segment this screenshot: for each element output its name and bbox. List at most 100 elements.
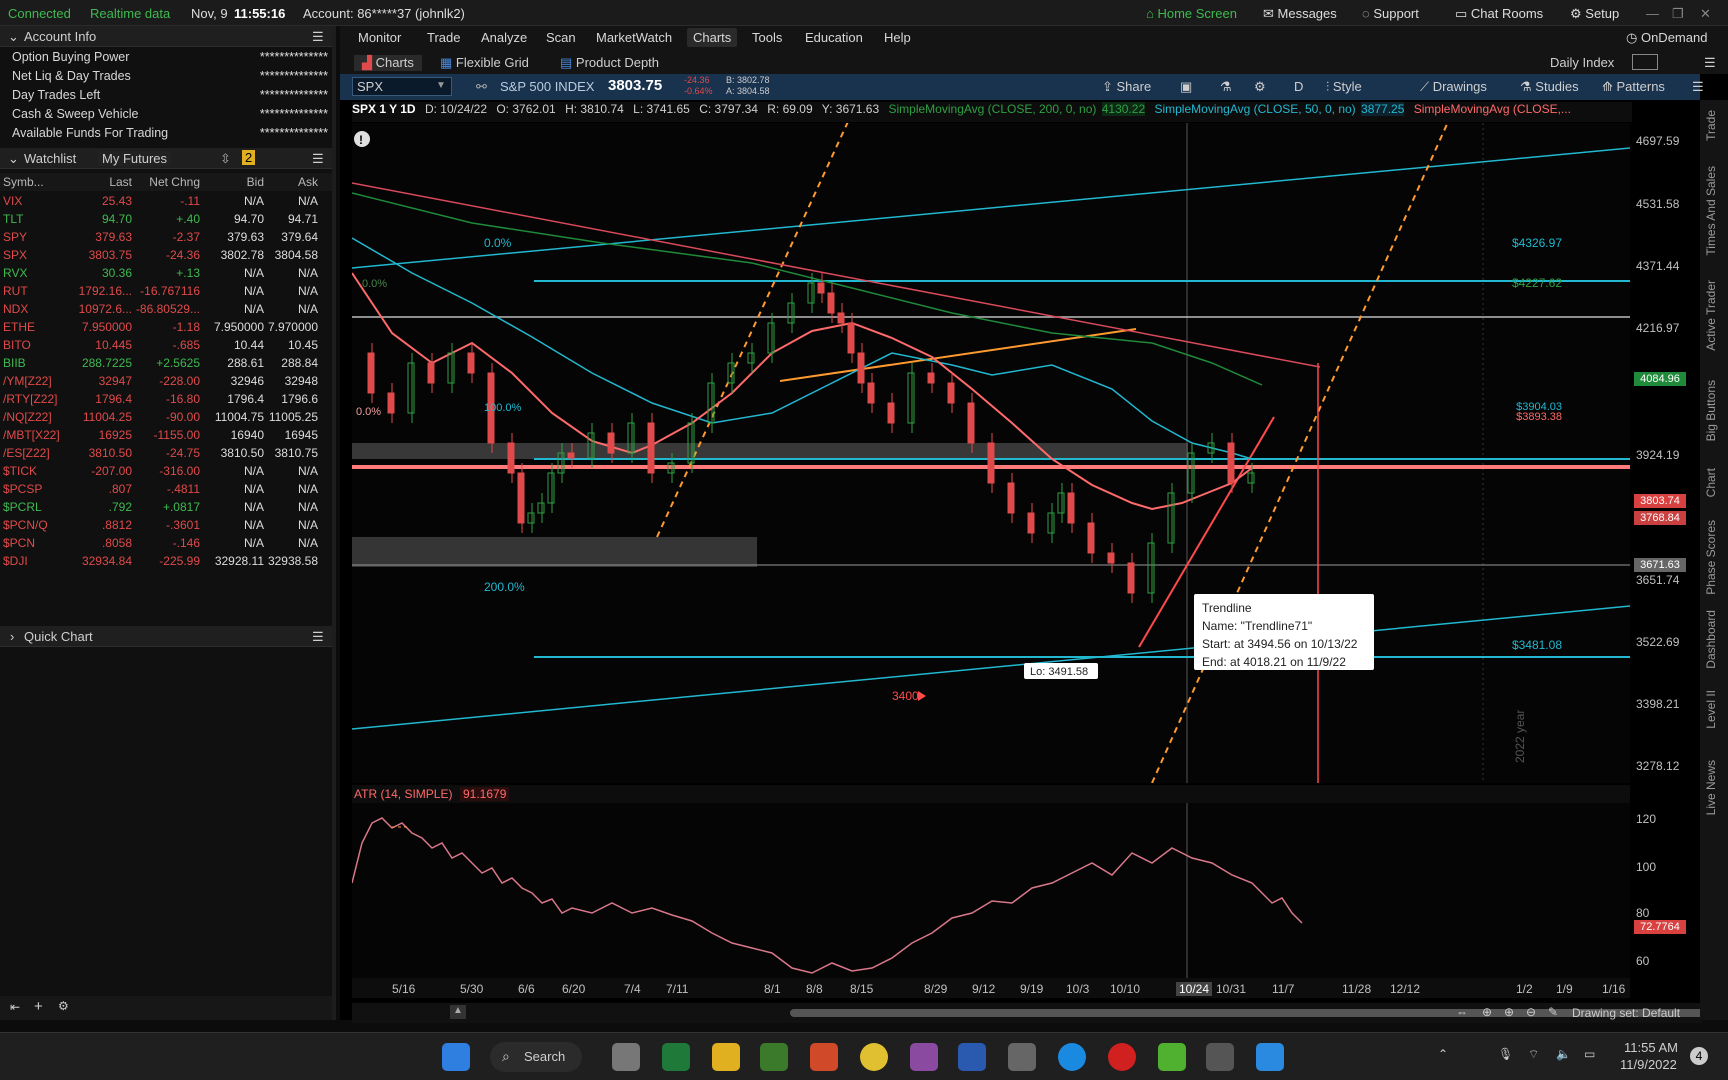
gear-icon[interactable]: ⚙ — [58, 999, 69, 1013]
menu-help[interactable]: Help — [884, 30, 911, 45]
file-explorer-icon[interactable] — [712, 1043, 740, 1071]
chat-rooms-link[interactable]: ▭ Chat Rooms — [1455, 6, 1543, 22]
add-icon[interactable]: + — [34, 998, 43, 1015]
drawings-button[interactable]: ⟋ Drawings — [1420, 79, 1487, 95]
row-symbol[interactable]: VIX — [3, 194, 22, 208]
ondemand-button[interactable]: ◷ OnDemand — [1626, 30, 1707, 46]
col-ask[interactable]: Ask — [298, 175, 318, 189]
col-symbol[interactable]: Symb... — [3, 175, 44, 189]
watchlist-row[interactable]: RUT 1792.16... -16.767116 N/A N/A — [0, 282, 332, 300]
menu-icon[interactable]: ☰ — [312, 629, 324, 645]
menu-icon[interactable]: ☰ — [1692, 79, 1704, 95]
chart-scrollbar[interactable]: ▲ ⇔ ⊕ ⊕ ⊖ ✎ Drawing set: Default — [352, 1003, 1728, 1023]
close-icon[interactable]: ✕ — [1700, 6, 1711, 22]
watchlist-row[interactable]: ETHE 7.950000 -1.18 7.950000 7.970000 — [0, 318, 332, 336]
dashed-trendline[interactable] — [1151, 123, 1452, 783]
row-symbol[interactable]: ETHE — [3, 320, 35, 334]
sidebar-tab[interactable]: Level II — [1704, 690, 1718, 729]
dashed-trendline[interactable] — [656, 123, 852, 538]
patterns-button[interactable]: ⟰ Patterns — [1602, 79, 1665, 95]
messages-link[interactable]: ✉ Messages — [1263, 6, 1337, 22]
studies-button[interactable]: ⚗ Studies — [1520, 79, 1579, 95]
mic-icon[interactable]: 🎙 — [1498, 1047, 1513, 1061]
sidebar-tab[interactable]: Dashboard — [1704, 610, 1718, 669]
menu-icon[interactable]: ☰ — [1704, 55, 1716, 71]
sma50-label[interactable]: SimpleMovingAvg (CLOSE, 50, 0, no) — [1154, 102, 1355, 116]
excel-icon[interactable] — [662, 1043, 690, 1071]
row-symbol[interactable]: NDX — [3, 302, 28, 316]
sidebar-tab[interactable]: Chart — [1704, 468, 1718, 497]
zoom-icon[interactable] — [1256, 1043, 1284, 1071]
daily-index-toggle[interactable] — [1632, 54, 1658, 70]
sma-third-label[interactable]: SimpleMovingAvg (CLOSE,... — [1414, 102, 1571, 116]
watchlist-selector[interactable]: My Futures — [98, 151, 172, 166]
row-symbol[interactable]: $PCN/Q — [3, 518, 48, 532]
watchlist-row[interactable]: /RTY[Z22] 1796.4 -16.80 1796.4 1796.6 — [0, 390, 332, 408]
drawing-set-label[interactable]: Drawing set: Default — [1572, 1006, 1680, 1020]
volume-icon[interactable]: 🔈 — [1556, 1047, 1571, 1061]
watchlist-row[interactable]: $PCSP .807 -.4811 N/A N/A — [0, 480, 332, 498]
sidebar-tab[interactable]: Live News — [1704, 760, 1718, 815]
tab-flexible-grid[interactable]: ▦ Flexible Grid — [440, 55, 529, 71]
row-symbol[interactable]: BIIB — [3, 356, 26, 370]
calendar-icon[interactable]: ▣ — [1180, 79, 1192, 95]
battery-icon[interactable]: ▭ — [1584, 1047, 1595, 1061]
style-button[interactable]: ⫶ Style — [1326, 79, 1362, 95]
chrome-icon[interactable] — [860, 1043, 888, 1071]
watchlist-row[interactable]: SPX 3803.75 -24.36 3802.78 3804.58 — [0, 246, 332, 264]
menu-analyze[interactable]: Analyze — [481, 30, 527, 45]
menu-trade[interactable]: Trade — [427, 30, 460, 45]
row-symbol[interactable]: $TICK — [3, 464, 37, 478]
row-symbol[interactable]: RVX — [3, 266, 27, 280]
support-link[interactable]: ◌ Support — [1362, 6, 1419, 21]
menu-tools[interactable]: Tools — [752, 30, 782, 45]
menu-charts[interactable]: Charts — [687, 28, 738, 47]
share-button[interactable]: ⇪ Share — [1102, 79, 1151, 95]
scroll-up-icon[interactable]: ▲ — [450, 1005, 466, 1019]
chevron-down-icon[interactable]: ▼ — [436, 80, 446, 91]
row-symbol[interactable]: /RTY[Z22] — [3, 392, 57, 406]
sidebar-tab[interactable]: Active Trader — [1704, 280, 1718, 351]
thinkorswim-icon[interactable] — [760, 1043, 788, 1071]
tab-charts[interactable]: ▟ Charts — [354, 55, 422, 71]
start-icon[interactable] — [442, 1043, 470, 1071]
watchlist-row[interactable]: /NQ[Z22] 11004.25 -90.00 11004.75 11005.25 — [0, 408, 332, 426]
setup-link[interactable]: ⚙ Setup — [1570, 6, 1619, 22]
sidebar-tab[interactable]: Phase Scores — [1704, 520, 1718, 595]
period-button[interactable]: D — [1294, 79, 1303, 94]
collapse-icon[interactable]: ⇤ — [10, 1000, 20, 1014]
slack-icon[interactable] — [910, 1043, 938, 1071]
atr-line[interactable] — [352, 817, 1303, 974]
menu-scan[interactable]: Scan — [546, 30, 576, 45]
snipping-icon[interactable] — [1008, 1043, 1036, 1071]
row-symbol[interactable]: $DJI — [3, 554, 28, 568]
watchlist-row[interactable]: $PCRL .792 +.0817 N/A N/A — [0, 498, 332, 516]
opera-icon[interactable] — [1108, 1043, 1136, 1071]
watchlist-row[interactable]: $TICK -207.00 -316.00 N/A N/A — [0, 462, 332, 480]
row-symbol[interactable]: $PCRL — [3, 500, 42, 514]
account-id[interactable]: Account: 86*****37 (johnlk2) — [303, 6, 465, 21]
chart-title[interactable]: SPX 1 Y 1D — [352, 102, 416, 116]
zoom-out-icon[interactable]: ⊖ — [1526, 1005, 1536, 1019]
camtasia-icon[interactable] — [1158, 1043, 1186, 1071]
row-symbol[interactable]: $PCSP — [3, 482, 42, 496]
menu-marketwatch[interactable]: MarketWatch — [596, 30, 672, 45]
watchlist-row[interactable]: BIIB 288.7225 +2.5625 288.61 288.84 — [0, 354, 332, 372]
atr-label[interactable]: ATR (14, SIMPLE) — [354, 787, 452, 801]
row-symbol[interactable]: /YM[Z22] — [3, 374, 52, 388]
row-symbol[interactable]: SPX — [3, 248, 27, 262]
notification-badge[interactable]: 4 — [1690, 1047, 1708, 1065]
watchlist-row[interactable]: TLT 94.70 +.40 94.70 94.71 — [0, 210, 332, 228]
trendline[interactable] — [352, 147, 1630, 269]
row-symbol[interactable]: /NQ[Z22] — [3, 410, 52, 424]
clock-time[interactable]: 11:55 AM — [1624, 1040, 1678, 1055]
crosshair-icon[interactable]: ⊕ — [1482, 1005, 1492, 1019]
row-symbol[interactable]: SPY — [3, 230, 27, 244]
search-button[interactable]: ⌕ Search — [490, 1042, 582, 1072]
minimize-icon[interactable]: — — [1646, 6, 1659, 21]
row-symbol[interactable]: BITO — [3, 338, 31, 352]
watchlist-row[interactable]: SPY 379.63 -2.37 379.63 379.64 — [0, 228, 332, 246]
watchlist-row[interactable]: $DJI 32934.84 -225.99 32928.11 32938.58 — [0, 552, 332, 570]
zone-box[interactable] — [352, 443, 1188, 459]
menu-icon[interactable]: ☰ — [312, 151, 324, 167]
